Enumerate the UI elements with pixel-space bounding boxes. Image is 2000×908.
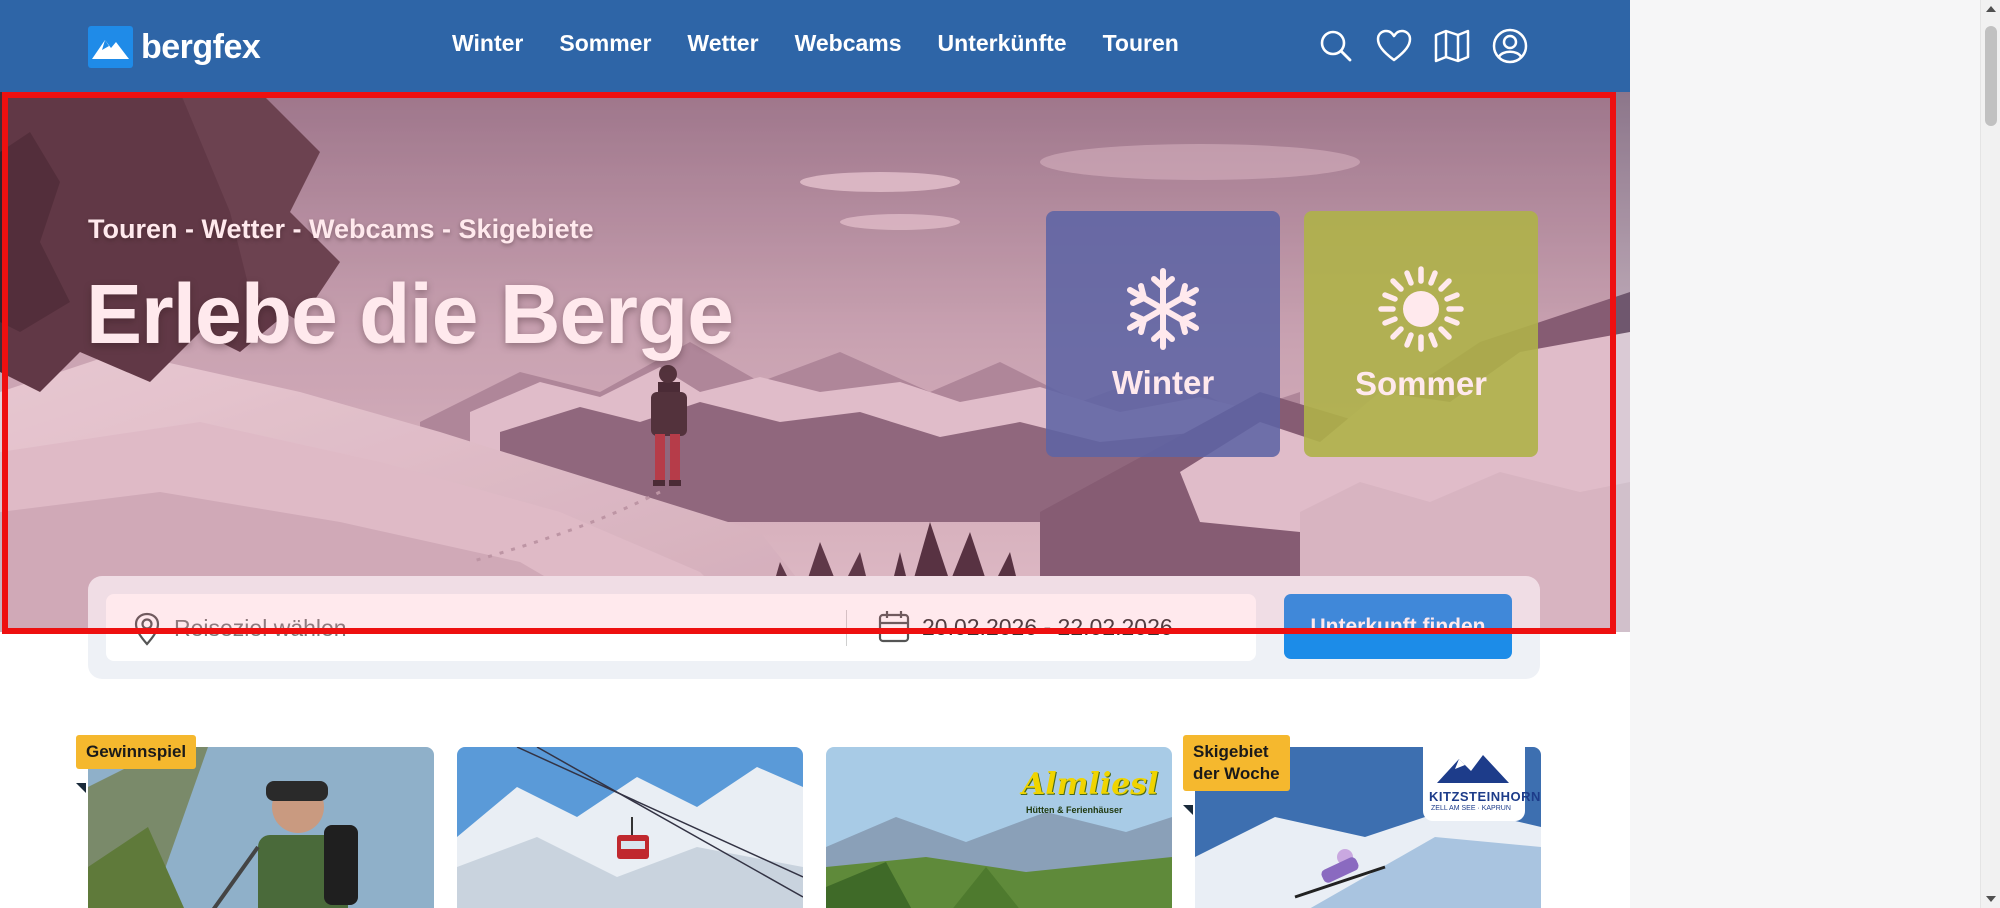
search-icon[interactable] (1318, 26, 1354, 66)
page-gutter (1630, 0, 1980, 908)
climber-photo (88, 747, 434, 908)
nav-item-touren[interactable]: Touren (1103, 30, 1179, 57)
badge-line-2: der Woche (1193, 764, 1280, 783)
badge-line-1: Skigebiet (1193, 742, 1269, 761)
map-icon[interactable] (1434, 26, 1470, 66)
location-pin-icon (134, 612, 160, 646)
user-icon[interactable] (1492, 26, 1528, 66)
sun-icon (1378, 266, 1464, 352)
summer-card-label: Sommer (1354, 365, 1488, 402)
date-range-field[interactable]: 20.02.2026 - 22.02.2026 (922, 614, 1173, 641)
logo-text: bergfex (141, 27, 261, 66)
almliesl-logo: Almliesl (1022, 767, 1159, 802)
almliesl-subtitle: Hütten & Ferienhäuser (1026, 805, 1123, 815)
kitzsteinhorn-text: KITZSTEINHORN (1429, 789, 1541, 804)
kitzsteinhorn-subtext: ZELL AM SEE · KAPRUN (1431, 805, 1511, 812)
teaser-card-gewinnspiel[interactable] (88, 747, 434, 908)
badge-tail (76, 783, 86, 793)
scroll-down-arrow-icon[interactable] (1986, 896, 1996, 902)
page-viewport: bergfex Winter Sommer Wetter Webcams Unt… (0, 0, 1630, 908)
bergfex-logo[interactable]: bergfex (88, 26, 261, 68)
hero-section: Touren - Wetter - Webcams - Skigebiete E… (0, 92, 1630, 632)
cable-car-photo (457, 747, 803, 908)
snowflake-icon (1127, 268, 1199, 350)
search-field-group: 20.02.2026 - 22.02.2026 (106, 594, 1256, 661)
badge-gewinnspiel: Gewinnspiel (76, 735, 197, 769)
mountain-logo-icon (88, 26, 133, 68)
destination-input[interactable] (174, 608, 794, 648)
hero-title: Erlebe die Berge (86, 267, 734, 361)
heart-icon[interactable] (1376, 26, 1412, 66)
nav-item-sommer[interactable]: Sommer (559, 30, 651, 57)
teaser-card-cablecar[interactable] (457, 747, 803, 908)
search-divider (846, 610, 847, 646)
main-nav: Winter Sommer Wetter Webcams Unterkünfte… (452, 30, 1179, 57)
nav-item-unterkuenfte[interactable]: Unterkünfte (938, 30, 1067, 57)
site-header: bergfex Winter Sommer Wetter Webcams Unt… (0, 0, 1630, 92)
header-icons (1318, 26, 1528, 66)
calendar-icon[interactable] (878, 610, 910, 644)
nav-item-winter[interactable]: Winter (452, 30, 523, 57)
vertical-scrollbar[interactable] (1980, 0, 2000, 908)
winter-card[interactable]: Winter (1046, 211, 1280, 457)
teaser-card-almliesl[interactable]: Almliesl Hütten & Ferienhäuser (826, 747, 1172, 908)
hero-tagline: Touren - Wetter - Webcams - Skigebiete (88, 214, 594, 244)
teaser-cards: Gewinnspiel Almliesl Hütten & Ferienhäus… (76, 735, 1541, 908)
accommodation-search: 20.02.2026 - 22.02.2026 Unterkunft finde… (88, 576, 1540, 679)
nav-item-wetter[interactable]: Wetter (687, 30, 758, 57)
winter-card-label: Winter (1111, 364, 1215, 401)
badge-tail (1183, 805, 1193, 815)
scroll-up-arrow-icon[interactable] (1986, 6, 1996, 12)
nav-item-webcams[interactable]: Webcams (795, 30, 902, 57)
find-accommodation-button[interactable]: Unterkunft finden (1284, 594, 1512, 659)
kitzsteinhorn-logo: KITZSTEINHORN ZELL AM SEE · KAPRUN (1423, 747, 1540, 821)
scroll-thumb[interactable] (1985, 26, 1997, 126)
summer-card[interactable]: Sommer (1304, 211, 1538, 457)
badge-skigebiet-der-woche: Skigebiet der Woche (1183, 735, 1290, 791)
